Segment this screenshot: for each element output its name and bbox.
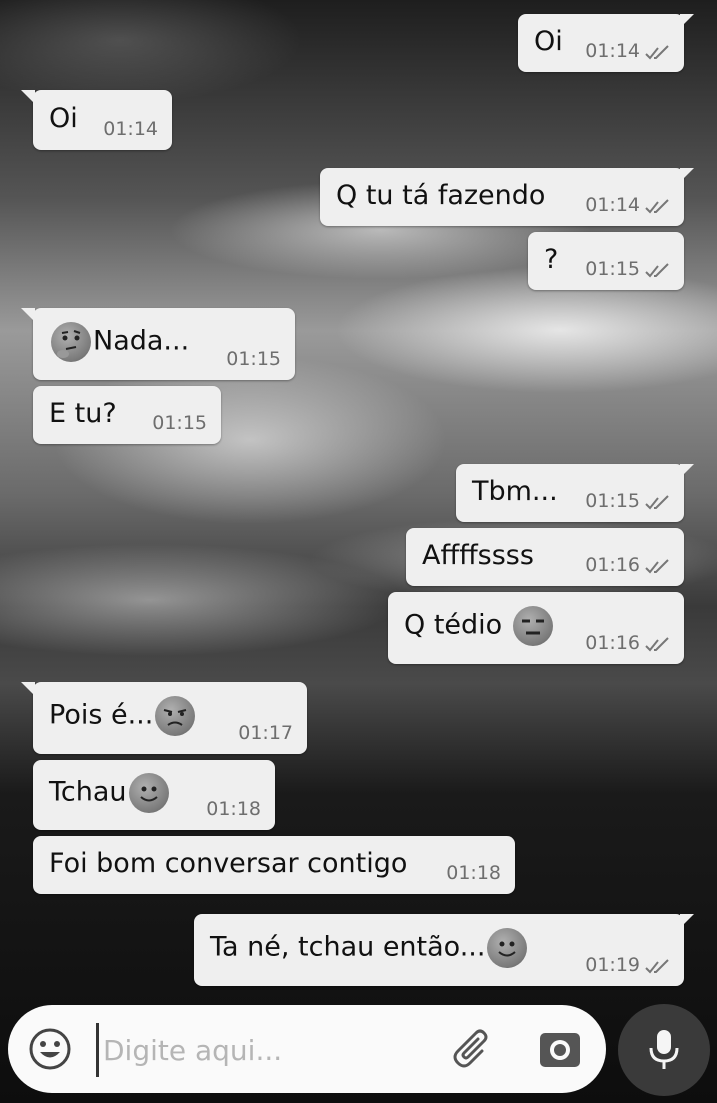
- read-ticks-icon: [645, 495, 669, 510]
- thinking-face-emoji: [51, 322, 91, 362]
- unamused-face-emoji: [155, 696, 196, 736]
- message-time: 01:14: [585, 40, 640, 62]
- message-text: Nada...: [93, 325, 190, 357]
- message-text: Q tédio: [404, 609, 511, 641]
- message-bubble-in[interactable]: Pois é... 01:17: [21, 682, 307, 754]
- message-bubble-in[interactable]: Nada... 01:15: [21, 308, 295, 380]
- message-time: 01:15: [152, 412, 207, 434]
- message-text: Affffssss: [422, 539, 534, 571]
- message-time: 01:18: [206, 798, 261, 820]
- message-text: Foi bom conversar contigo: [49, 847, 408, 879]
- message-bubble-out[interactable]: Q tu tá fazendo 01:14: [320, 168, 694, 226]
- message-text: Q tu tá fazendo: [336, 179, 546, 211]
- message-time: 01:16: [585, 554, 640, 576]
- read-ticks-icon: [645, 559, 669, 574]
- message-bubble-out[interactable]: Q tédio 01:16: [388, 592, 684, 664]
- read-ticks-icon: [645, 959, 669, 974]
- microphone-button[interactable]: [618, 1004, 710, 1096]
- message-text: ?: [544, 243, 559, 275]
- message-bubble-out[interactable]: Oi 01:14: [518, 14, 694, 72]
- message-time: 01:17: [238, 722, 293, 744]
- message-text: Pois é...: [49, 699, 154, 731]
- message-bubble-in[interactable]: E tu? 01:15: [33, 386, 221, 444]
- camera-icon[interactable]: [538, 1029, 582, 1069]
- smiling-face-emoji: [128, 773, 169, 813]
- message-content: Pois é...: [49, 696, 197, 736]
- read-ticks-icon: [645, 45, 669, 60]
- message-content: Q tédio: [404, 606, 555, 646]
- message-content: Nada...: [49, 322, 189, 362]
- message-time: 01:16: [585, 632, 640, 654]
- smiling-face-emoji: [487, 928, 528, 968]
- message-text: Tbm...: [472, 475, 558, 507]
- message-time: 01:19: [585, 954, 640, 976]
- read-ticks-icon: [645, 263, 669, 278]
- message-time: 01:15: [585, 258, 640, 280]
- message-time: 01:14: [103, 118, 158, 140]
- microphone-icon: [649, 1030, 679, 1069]
- read-ticks-icon: [645, 637, 669, 652]
- message-bubble-out[interactable]: Affffssss 01:16: [406, 528, 684, 586]
- message-time: 01:15: [585, 490, 640, 512]
- message-content: Ta né, tchau então...: [210, 928, 529, 968]
- message-bubble-out[interactable]: ? 01:15: [528, 232, 684, 290]
- message-time: 01:18: [446, 862, 501, 884]
- message-bubble-in[interactable]: Foi bom conversar contigo 01:18: [33, 836, 515, 894]
- message-text: E tu?: [49, 397, 117, 429]
- emoji-icon[interactable]: [28, 1027, 72, 1071]
- read-ticks-icon: [645, 199, 669, 214]
- message-composer: [8, 1005, 606, 1093]
- message-bubble-in[interactable]: Tchau 01:18: [33, 760, 275, 830]
- message-time: 01:15: [226, 348, 281, 370]
- expressionless-face-emoji: [512, 606, 553, 646]
- paperclip-icon[interactable]: [452, 1027, 496, 1071]
- message-text: Oi: [49, 102, 78, 134]
- message-text: Oi: [534, 25, 563, 57]
- message-bubble-out[interactable]: Tbm... 01:15: [456, 464, 694, 522]
- message-bubble-out[interactable]: Ta né, tchau então... 01:19: [194, 914, 694, 986]
- message-time: 01:14: [585, 194, 640, 216]
- message-text: Tchau: [49, 776, 127, 808]
- message-bubble-in[interactable]: Oi 01:14: [21, 90, 172, 150]
- message-input[interactable]: [96, 1023, 435, 1077]
- message-content: Tchau: [49, 773, 171, 813]
- message-text: Ta né, tchau então...: [210, 931, 486, 963]
